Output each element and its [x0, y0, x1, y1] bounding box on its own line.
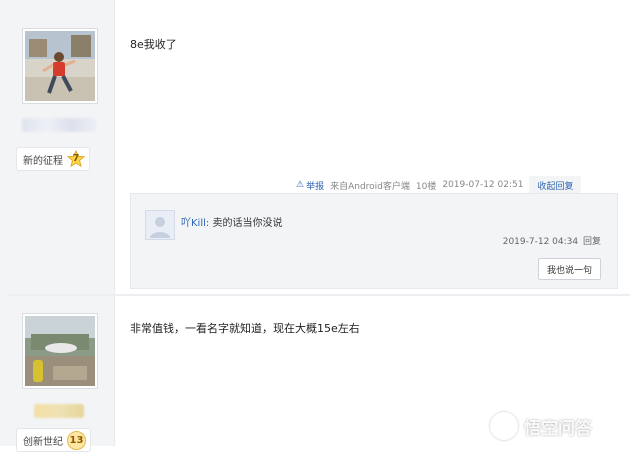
reply-username[interactable]: 吖Kill: [181, 218, 209, 229]
reply-content: 卖的话当你没说 [212, 218, 283, 229]
reply-item: 吖Kill: 卖的话当你没说 [181, 214, 282, 229]
user-level-badge[interactable]: 新的征程 7 [16, 147, 90, 171]
wukong-watermark: 悟空问答 [490, 412, 592, 440]
post-meta-bar: ⚠ 举报 来自Android客户端 10楼 2019-07-12 02:51 收… [296, 176, 582, 194]
default-avatar-icon [146, 211, 174, 239]
post-time: 2019-07-12 02:51 [442, 180, 524, 190]
reply-box: 吖Kill: 卖的话当你没说 2019-7-12 04:34 回复 我也说一句 [130, 193, 618, 289]
watermark-text: 悟空问答 [524, 418, 592, 439]
warning-icon: ⚠ [296, 180, 305, 190]
user-avatar[interactable] [22, 28, 98, 104]
reply-meta: 2019-7-12 04:34 回复 [503, 234, 601, 247]
username-blurred[interactable] [22, 118, 96, 132]
reply-time: 2019-7-12 04:34 [502, 237, 579, 247]
post-content: 8e我收了 [130, 38, 177, 51]
post-content-2: 非常值钱，一看名字就知道，现在大概15e左右 [130, 322, 360, 335]
reply-link[interactable]: 回复 [583, 237, 601, 247]
user-avatar-2[interactable] [22, 313, 98, 389]
avatar-photo [25, 316, 95, 386]
badge-label: 创新世纪 [23, 436, 63, 448]
avatar-photo [25, 31, 95, 101]
username-blurred-2[interactable] [34, 404, 84, 418]
level-star-icon: 7 [67, 150, 85, 168]
post-divider [8, 294, 630, 296]
reply-avatar[interactable] [145, 210, 175, 240]
user-level-badge-2[interactable]: 创新世纪 13 [16, 428, 91, 452]
say-something-button[interactable]: 我也说一句 [537, 258, 601, 280]
level-number: 13 [67, 430, 86, 450]
post-source: 来自Android客户端 [330, 181, 410, 192]
badge-label: 新的征程 [23, 155, 63, 167]
report-link[interactable]: ⚠ 举报 [296, 179, 324, 192]
collapse-replies-button[interactable]: 收起回复 [529, 176, 582, 194]
level-number: 7 [72, 153, 80, 164]
post-floor: 10楼 [415, 181, 437, 192]
wukong-logo-icon [490, 412, 518, 440]
